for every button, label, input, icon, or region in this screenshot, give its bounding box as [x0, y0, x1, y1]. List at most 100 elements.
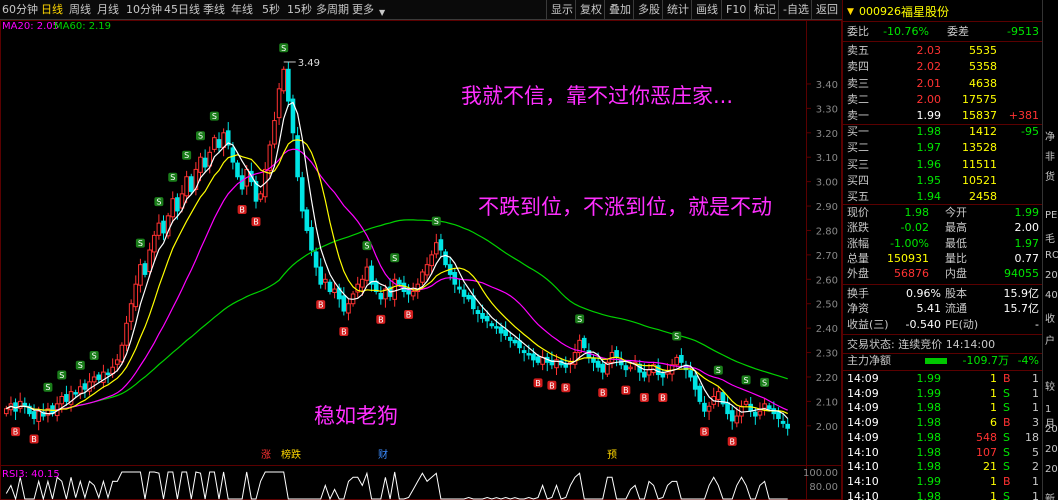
tick-price: 1.98 — [916, 430, 942, 444]
tick-side: B — [1003, 372, 1011, 385]
bid-change: -95 — [1021, 125, 1039, 138]
annotation-text-1: 我就不信，靠不过你恶庄家... — [461, 84, 734, 108]
candle-body — [64, 394, 69, 402]
bid-volume: 11511 — [962, 157, 997, 171]
stock-dropdown-icon[interactable]: ▼ — [847, 4, 854, 20]
candle-body — [299, 177, 305, 212]
stat-value: 94055 — [1004, 267, 1039, 281]
candle-body — [151, 234, 157, 253]
bid-price: 1.96 — [916, 157, 942, 171]
toolbar-divider — [604, 0, 605, 20]
tick-side: S — [1003, 460, 1010, 474]
candle-body — [216, 139, 222, 148]
annotation-text-2: 不跌到位，不涨到位，就是不动 — [478, 195, 772, 219]
stat-value: 15.7亿 — [1003, 302, 1040, 316]
tick-count: 1 — [1032, 372, 1039, 385]
buy-signal-label: B — [31, 435, 37, 444]
toolbar-divider — [778, 0, 779, 20]
bid-price: 1.97 — [916, 141, 942, 155]
tick-volume: 1 — [990, 386, 997, 400]
sell-signal-label: S — [59, 371, 64, 380]
ask-row: 卖一 1.99 15837 +381 — [843, 108, 1043, 124]
stat-row: 现价 1.98 今开 1.99 — [843, 205, 1043, 221]
bid-volume: 1412 — [969, 125, 997, 138]
ask-volume: 4638 — [969, 76, 997, 90]
toolbar-button[interactable]: 显示 — [551, 3, 573, 17]
candle-body — [198, 156, 203, 173]
candle-body — [762, 403, 767, 409]
stat-row: 总量 150931 量比 0.77 — [843, 251, 1043, 267]
candle-body — [323, 278, 328, 283]
side-strip-text: 较 — [1045, 382, 1055, 393]
tick-side: S — [1003, 401, 1010, 415]
ask-label: 卖二 — [847, 92, 869, 106]
toolbar-button[interactable]: 复权 — [580, 3, 602, 17]
period-tab[interactable]: 60分钟 — [2, 3, 38, 17]
candle-body — [729, 410, 735, 422]
side-strip-text: 20 — [1045, 464, 1058, 475]
stat-value: -0.540 — [905, 317, 941, 331]
stat-value: 2.00 — [1014, 221, 1040, 235]
ask-row: 卖五 2.03 5535 — [843, 43, 1043, 59]
candle-body — [119, 344, 125, 363]
candle-body — [128, 303, 134, 322]
ask-price: 2.02 — [916, 60, 942, 74]
candle-body — [272, 120, 277, 145]
toolbar-button[interactable]: 统计 — [667, 3, 689, 17]
price-tick-label: 3.20 — [816, 129, 838, 140]
candle-body — [31, 411, 37, 419]
ma60-legend: MA60: 2.19 — [54, 21, 112, 32]
period-tab[interactable]: 日线 — [41, 3, 63, 17]
candle-body — [59, 396, 65, 405]
side-strip-text: ROE — [1045, 250, 1058, 261]
candle-body — [73, 392, 78, 395]
tick-row: 14:10 1.98 1 S 1 — [843, 489, 1043, 500]
period-tab[interactable]: 季线 — [203, 3, 225, 17]
candle-body — [776, 411, 781, 419]
candle-body — [147, 249, 152, 272]
candle-body — [461, 289, 467, 297]
toolbar-button[interactable]: 画线 — [696, 3, 718, 17]
period-tab[interactable]: 年线 — [231, 3, 253, 17]
stat-label: 换手 — [847, 287, 869, 300]
kline-chart[interactable]: 3.40 3.30 3.20 3.10 3.00 2.90 2.80 2.70 2.60 2.50… — [0, 20, 842, 500]
candle-body — [646, 369, 652, 376]
main-flow-pct: -4% — [1017, 354, 1039, 367]
bid-price: 1.95 — [916, 173, 942, 187]
period-tab[interactable]: 多周期 — [316, 3, 349, 17]
price-tick-label: 2.30 — [816, 349, 838, 360]
candle-body — [138, 264, 143, 286]
candle-body — [512, 339, 518, 344]
candle-body — [258, 193, 263, 200]
toolbar-button[interactable]: 返回 — [816, 3, 838, 17]
period-tab[interactable]: 周线 — [69, 3, 91, 17]
period-tab[interactable]: 10分钟 — [126, 3, 162, 17]
stat-value: - — [1035, 317, 1039, 331]
sell-signal-label: S — [716, 366, 721, 375]
stat-label: 流通 — [945, 302, 967, 316]
period-tab[interactable]: 5秒 — [262, 3, 280, 17]
sell-signal-label: S — [744, 376, 749, 385]
rsi-tick-label: 100.00 — [803, 468, 838, 479]
candle-body — [517, 340, 522, 349]
toolbar-button[interactable]: 标记 — [754, 3, 776, 17]
bid-row: 买一 1.98 1412 -95 — [843, 124, 1043, 140]
toolbar-button[interactable]: 多股 — [638, 3, 660, 17]
sell-signal-label: S — [364, 242, 369, 251]
period-tab[interactable]: 45日线 — [164, 3, 200, 17]
stat-label: 今开 — [945, 206, 967, 219]
candle-body — [489, 323, 495, 327]
period-tab[interactable]: 15秒 — [287, 3, 312, 17]
toolbar-button[interactable]: -自选 — [783, 3, 809, 17]
candle-body — [743, 400, 749, 405]
event-marker: 榜跌 — [281, 448, 301, 461]
toolbar-button[interactable]: 叠加 — [609, 3, 631, 17]
candle-body — [281, 68, 287, 92]
toolbar-button[interactable]: F10 — [726, 3, 746, 17]
more-chevron-icon[interactable]: ▼ — [379, 6, 385, 20]
period-tab[interactable]: 月线 — [97, 3, 119, 17]
candle-body — [531, 353, 536, 361]
side-info-strip: 净非货PE毛ROE2040收户较1月202020新 — [1042, 0, 1058, 500]
period-tab[interactable]: 更多 — [352, 3, 374, 17]
toolbar-divider — [546, 0, 547, 20]
